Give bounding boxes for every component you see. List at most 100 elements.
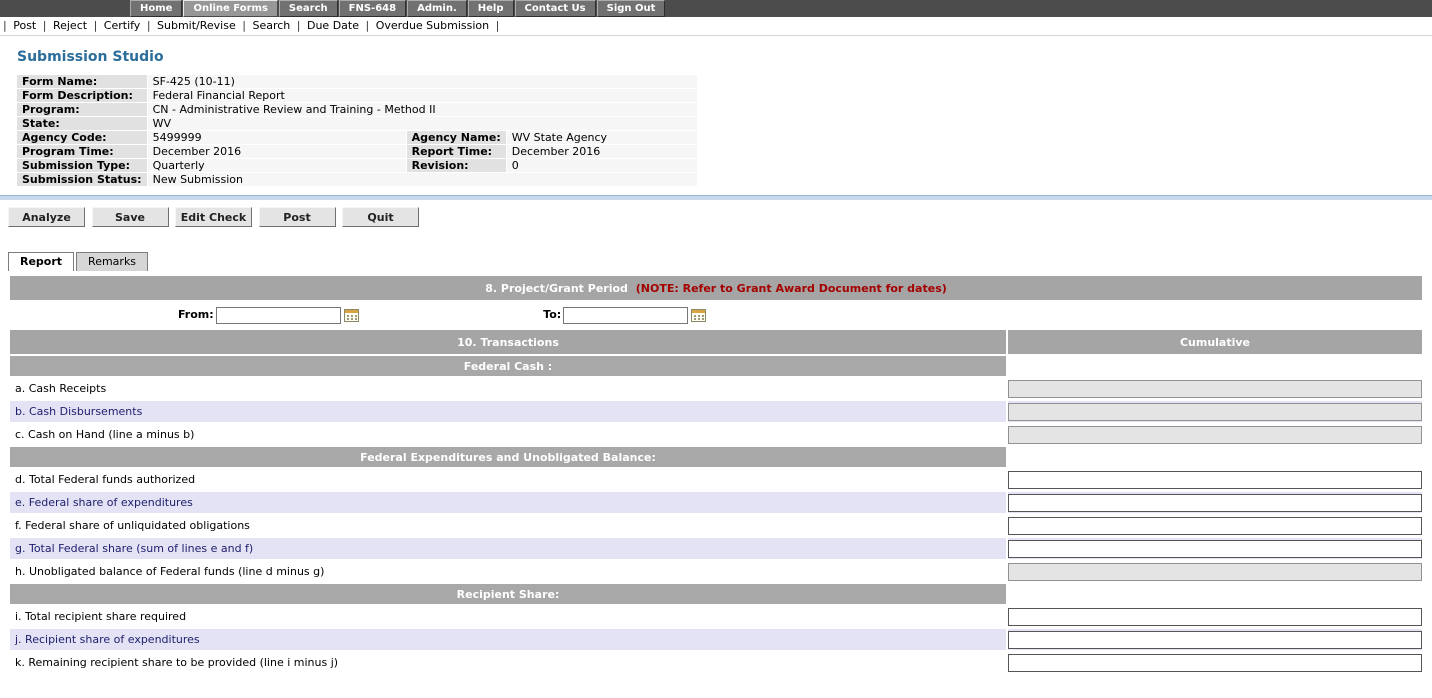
state-value: WV <box>148 117 697 130</box>
report-table: 8. Project/Grant Period (NOTE: Refer to … <box>8 274 1424 675</box>
section-header-federal-expenditures: Federal Expenditures and Unobligated Bal… <box>10 447 1006 467</box>
period-header-text: 8. Project/Grant Period <box>485 282 628 295</box>
info-row: Submission Status: New Submission <box>17 173 697 186</box>
submission-type-label: Submission Type: <box>17 159 147 172</box>
table-row: k. Remaining recipient share to be provi… <box>10 652 1422 673</box>
row-label-recipient-share-expenditures: j. Recipient share of expenditures <box>10 629 1006 650</box>
section-header-federal-cash: Federal Cash : <box>10 356 1006 376</box>
info-row: Program Time: December 2016 Report Time:… <box>17 145 697 158</box>
blank-cell <box>1008 356 1422 376</box>
from-date-input[interactable] <box>216 307 341 324</box>
total-federal-funds-authorized-input[interactable] <box>1008 471 1422 489</box>
agency-name-label: Agency Name: <box>407 131 506 144</box>
row-label-remaining-recipient-share: k. Remaining recipient share to be provi… <box>10 652 1006 673</box>
form-description-label: Form Description: <box>17 89 147 102</box>
nav-sign-out[interactable]: Sign Out <box>597 0 666 17</box>
period-note: (NOTE: Refer to Grant Award Document for… <box>636 282 947 295</box>
program-time-label: Program Time: <box>17 145 147 158</box>
from-calendar-icon[interactable] <box>344 308 360 323</box>
menu-post[interactable]: Post <box>13 19 36 32</box>
to-label: To: <box>543 308 561 321</box>
submission-status-label: Submission Status: <box>17 173 147 186</box>
federal-share-unliquidated-input[interactable] <box>1008 517 1422 535</box>
cash-disbursements-input <box>1008 403 1422 421</box>
revision-label: Revision: <box>407 159 506 172</box>
row-label-funds-authorized: d. Total Federal funds authorized <box>10 469 1006 490</box>
info-row: Form Description: Federal Financial Repo… <box>17 89 697 102</box>
recipient-share-expenditures-input[interactable] <box>1008 631 1422 649</box>
row-label-cash-disbursements: b. Cash Disbursements <box>10 401 1006 422</box>
remaining-recipient-share-input[interactable] <box>1008 654 1422 672</box>
edit-check-button[interactable]: Edit Check <box>175 207 252 227</box>
tab-report[interactable]: Report <box>8 252 74 271</box>
cash-on-hand-input <box>1008 426 1422 444</box>
section-header-row: Federal Expenditures and Unobligated Bal… <box>10 447 1422 467</box>
agency-name-value: WV State Agency <box>507 131 697 144</box>
table-row: j. Recipient share of expenditures <box>10 629 1422 650</box>
cumulative-header: Cumulative <box>1008 330 1422 354</box>
menu-search[interactable]: Search <box>252 19 290 32</box>
menubar-divider: | <box>3 19 7 32</box>
table-row: g. Total Federal share (sum of lines e a… <box>10 538 1422 559</box>
table-row: e. Federal share of expenditures <box>10 492 1422 513</box>
unobligated-balance-input <box>1008 563 1422 581</box>
program-label: Program: <box>17 103 147 116</box>
row-label-recipient-share-required: i. Total recipient share required <box>10 606 1006 627</box>
section-header-row: Federal Cash : <box>10 356 1422 376</box>
total-federal-share-input[interactable] <box>1008 540 1422 558</box>
row-label-cash-receipts: a. Cash Receipts <box>10 378 1006 399</box>
menubar-divider: | <box>94 19 98 32</box>
action-buttons: Analyze Save Edit Check Post Quit <box>8 207 1432 227</box>
post-button[interactable]: Post <box>259 207 336 227</box>
table-row: c. Cash on Hand (line a minus b) <box>10 424 1422 445</box>
menu-overdue-submission[interactable]: Overdue Submission <box>376 19 489 32</box>
row-label-unobligated-balance: h. Unobligated balance of Federal funds … <box>10 561 1006 582</box>
period-inputs-row: From: To: <box>10 302 1422 328</box>
nav-home[interactable]: Home <box>130 0 182 17</box>
save-button[interactable]: Save <box>92 207 169 227</box>
menu-reject[interactable]: Reject <box>53 19 87 32</box>
nav-admin[interactable]: Admin. <box>407 0 467 17</box>
to-date-input[interactable] <box>563 307 688 324</box>
info-row: Submission Type: Quarterly Revision: 0 <box>17 159 697 172</box>
form-info-table: Form Name: SF-425 (10-11) Form Descripti… <box>16 74 698 187</box>
federal-share-expenditures-input[interactable] <box>1008 494 1422 512</box>
row-label-cash-on-hand: c. Cash on Hand (line a minus b) <box>10 424 1006 445</box>
row-label-federal-share-expenditures: e. Federal share of expenditures <box>10 492 1006 513</box>
quit-button[interactable]: Quit <box>342 207 419 227</box>
report-time-label: Report Time: <box>407 145 506 158</box>
transactions-header: 10. Transactions <box>10 330 1006 354</box>
revision-value: 0 <box>507 159 697 172</box>
section-header-row: Recipient Share: <box>10 584 1422 604</box>
menubar-divider: | <box>147 19 151 32</box>
blank-cell <box>1008 584 1422 604</box>
menubar-divider: | <box>43 19 47 32</box>
nav-fns-648[interactable]: FNS-648 <box>339 0 406 17</box>
row-label-unliquidated-obligations: f. Federal share of unliquidated obligat… <box>10 515 1006 536</box>
table-row: h. Unobligated balance of Federal funds … <box>10 561 1422 582</box>
period-header-row: 8. Project/Grant Period (NOTE: Refer to … <box>10 276 1422 300</box>
total-recipient-share-required-input[interactable] <box>1008 608 1422 626</box>
menu-due-date[interactable]: Due Date <box>307 19 359 32</box>
table-row: b. Cash Disbursements <box>10 401 1422 422</box>
info-row: Program: CN - Administrative Review and … <box>17 103 697 116</box>
nav-search[interactable]: Search <box>279 0 338 17</box>
form-name-label: Form Name: <box>17 75 147 88</box>
report-time-value: December 2016 <box>507 145 697 158</box>
blank-cell <box>1008 447 1422 467</box>
program-time-value: December 2016 <box>148 145 406 158</box>
tab-remarks[interactable]: Remarks <box>76 252 148 271</box>
nav-contact-us[interactable]: Contact Us <box>515 0 596 17</box>
nav-help[interactable]: Help <box>468 0 514 17</box>
nav-online-forms[interactable]: Online Forms <box>183 0 277 17</box>
analyze-button[interactable]: Analyze <box>8 207 85 227</box>
menu-submit-revise[interactable]: Submit/Revise <box>157 19 236 32</box>
menubar-divider: | <box>496 19 500 32</box>
to-calendar-icon[interactable] <box>691 308 707 323</box>
menu-certify[interactable]: Certify <box>104 19 141 32</box>
table-row: i. Total recipient share required <box>10 606 1422 627</box>
form-description-value: Federal Financial Report <box>148 89 697 102</box>
program-value: CN - Administrative Review and Training … <box>148 103 697 116</box>
action-menubar: | Post | Reject | Certify | Submit/Revis… <box>0 17 1432 36</box>
agency-code-value: 5499999 <box>148 131 406 144</box>
